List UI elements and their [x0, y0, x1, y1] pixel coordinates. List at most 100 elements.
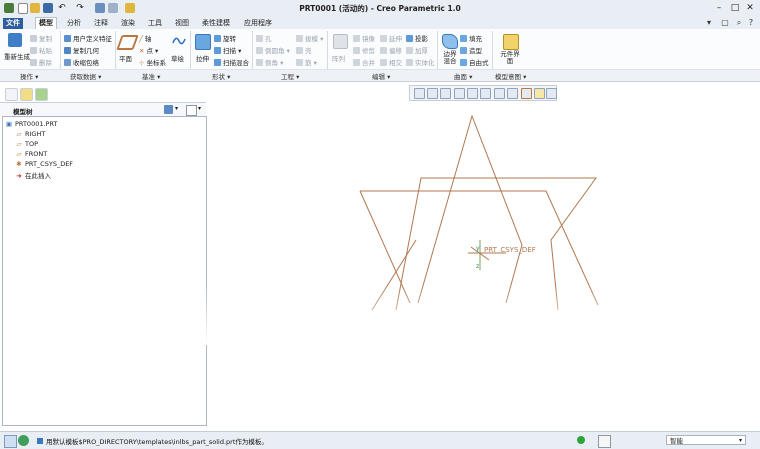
refit-icon[interactable] — [414, 88, 425, 99]
minimize-button[interactable]: – — [713, 2, 725, 14]
rib-icon — [296, 59, 303, 66]
tree-item-right[interactable]: ▱ RIGHT — [15, 130, 46, 138]
chamfer-button[interactable]: 倒角 ▾ — [256, 57, 283, 67]
extend-button[interactable]: 延伸 — [380, 33, 402, 43]
tab-flexible-modeling[interactable]: 柔性建模 — [199, 18, 233, 29]
favorites-tab-icon[interactable] — [35, 88, 48, 101]
pattern-button[interactable]: 阵列 — [332, 53, 345, 63]
tree-item-top[interactable]: ▱ TOP — [15, 140, 39, 148]
expand-icon[interactable]: ▢ — [720, 18, 730, 28]
swept-blend-button[interactable]: 扫描混合 — [214, 57, 249, 67]
sweep-button[interactable]: 扫描 ▾ — [214, 45, 241, 55]
chevron-down-icon[interactable]: ▾ — [175, 105, 178, 112]
annotation-display-icon[interactable] — [546, 88, 557, 99]
shell-button[interactable]: 壳 — [296, 45, 312, 55]
tree-item-part[interactable]: ▣ PRT0001.PRT — [5, 120, 58, 128]
boundary-blend-button[interactable]: 边界混合 — [441, 51, 459, 65]
model-tree-header: 模型树 ▾ ▾ — [0, 102, 206, 117]
browser-toggle-icon[interactable] — [18, 435, 29, 446]
ribbon-collapse-icon[interactable]: ▾ — [704, 18, 714, 28]
zoom-in-icon[interactable] — [427, 88, 438, 99]
zoom-out-icon[interactable] — [440, 88, 451, 99]
fill-button[interactable]: 填充 — [460, 33, 482, 43]
hole-button[interactable]: 孔 — [256, 33, 272, 43]
trim-button[interactable]: 修剪 — [353, 45, 375, 55]
group-get-data[interactable]: 获取数据 ▾ — [70, 71, 101, 81]
copy-button[interactable]: 复制 — [30, 33, 52, 43]
tab-tools[interactable]: 工具 — [145, 18, 165, 29]
project-button[interactable]: 投影 — [406, 33, 428, 43]
paste-button[interactable]: 粘贴 — [30, 45, 52, 55]
repaint-icon[interactable] — [454, 88, 465, 99]
freeform-button[interactable]: 自由式 — [460, 57, 489, 67]
udf-button[interactable]: 用户定义特征 — [64, 33, 112, 43]
help-icon[interactable]: ? — [746, 18, 756, 28]
graphics-area[interactable]: z y PRT_CSYS_DEF — [206, 100, 760, 430]
selection-filter-icon[interactable] — [598, 435, 611, 448]
fill-icon — [460, 35, 467, 42]
datum-display-icon[interactable] — [507, 88, 518, 99]
view-manager-icon[interactable] — [494, 88, 505, 99]
tab-view[interactable]: 视图 — [172, 18, 192, 29]
search-icon[interactable]: ⌕ — [734, 18, 744, 28]
tab-analysis[interactable]: 分析 — [64, 18, 84, 29]
show-columns-icon[interactable] — [186, 105, 197, 116]
tree-settings-icon[interactable] — [164, 105, 173, 114]
draft-button[interactable]: 拔模 ▾ — [296, 33, 323, 43]
maximize-button[interactable]: □ — [729, 2, 741, 14]
component-interface-icon[interactable] — [503, 34, 519, 50]
point-button[interactable]: ✕ 点 ▾ — [139, 45, 158, 55]
plane-button[interactable]: 平面 — [119, 53, 132, 63]
selection-filter-dropdown[interactable]: 智能 ▾ — [666, 435, 746, 445]
extrude-icon[interactable] — [195, 34, 211, 50]
saved-views-icon[interactable] — [480, 88, 491, 99]
csys-display-icon[interactable] — [534, 88, 545, 99]
group-operations[interactable]: 操作 ▾ — [20, 71, 38, 81]
pattern-icon[interactable] — [333, 34, 348, 49]
tab-file[interactable]: 文件 — [3, 18, 23, 29]
chevron-down-icon[interactable]: ▾ — [198, 105, 201, 112]
tab-render[interactable]: 渲染 — [118, 18, 138, 29]
revolve-button[interactable]: 旋转 — [214, 33, 236, 43]
component-interface-button[interactable]: 元件界面 — [499, 51, 521, 65]
group-model-intent[interactable]: 模型意图 ▾ — [495, 71, 526, 81]
extrude-button[interactable]: 拉伸 — [196, 53, 209, 63]
boundary-blend-icon[interactable] — [442, 34, 458, 49]
tree-item-insert-here[interactable]: ➔ 在此插入 — [15, 170, 51, 180]
tab-model[interactable]: 模型 — [35, 17, 57, 29]
thicken-button[interactable]: 加厚 — [406, 45, 428, 55]
tree-item-front[interactable]: ▱ FRONT — [15, 150, 48, 158]
regenerate-icon[interactable] — [8, 33, 22, 47]
navigator-toggle-icon[interactable] — [4, 435, 17, 448]
model-tree-tab-icon[interactable] — [5, 88, 18, 101]
delete-button[interactable]: 删除 — [30, 57, 52, 67]
tab-applications[interactable]: 应用程序 — [241, 18, 275, 29]
point-display-icon[interactable] — [521, 88, 532, 99]
merge-button[interactable]: 合并 — [353, 57, 375, 67]
round-button[interactable]: 倒圆角 ▾ — [256, 45, 290, 55]
display-style-icon[interactable] — [467, 88, 478, 99]
group-datum[interactable]: 基准 ▾ — [142, 71, 160, 81]
folder-browser-tab-icon[interactable] — [20, 88, 33, 101]
group-editing[interactable]: 编辑 ▾ — [372, 71, 390, 81]
style-button[interactable]: 造型 — [460, 45, 482, 55]
intersect-button[interactable]: 相交 — [380, 57, 402, 67]
sketch-icon[interactable] — [172, 34, 186, 48]
group-engineering[interactable]: 工程 ▾ — [281, 71, 299, 81]
mirror-button[interactable]: 镜像 — [353, 33, 375, 43]
group-shapes[interactable]: 形状 ▾ — [212, 71, 230, 81]
group-surfaces[interactable]: 曲面 ▾ — [454, 71, 472, 81]
csys-button[interactable]: ⊹ 坐标系 — [139, 57, 166, 67]
axis-button[interactable]: ╱ 轴 — [139, 33, 151, 43]
close-button[interactable]: ✕ — [744, 2, 756, 14]
regenerate-button[interactable]: 重新生成 — [4, 51, 30, 61]
offset-button[interactable]: 偏移 — [380, 45, 402, 55]
solidify-button[interactable]: 实体化 — [406, 57, 435, 67]
swept-blend-icon — [214, 59, 221, 66]
tree-item-csys[interactable]: ✱ PRT_CSYS_DEF — [15, 160, 73, 168]
rib-button[interactable]: 筋 ▾ — [296, 57, 317, 67]
tab-annotate[interactable]: 注释 — [91, 18, 111, 29]
copy-geometry-button[interactable]: 复制几何 — [64, 45, 99, 55]
sketch-button[interactable]: 草绘 — [171, 53, 184, 63]
shrinkwrap-button[interactable]: 收缩包络 — [64, 57, 99, 67]
